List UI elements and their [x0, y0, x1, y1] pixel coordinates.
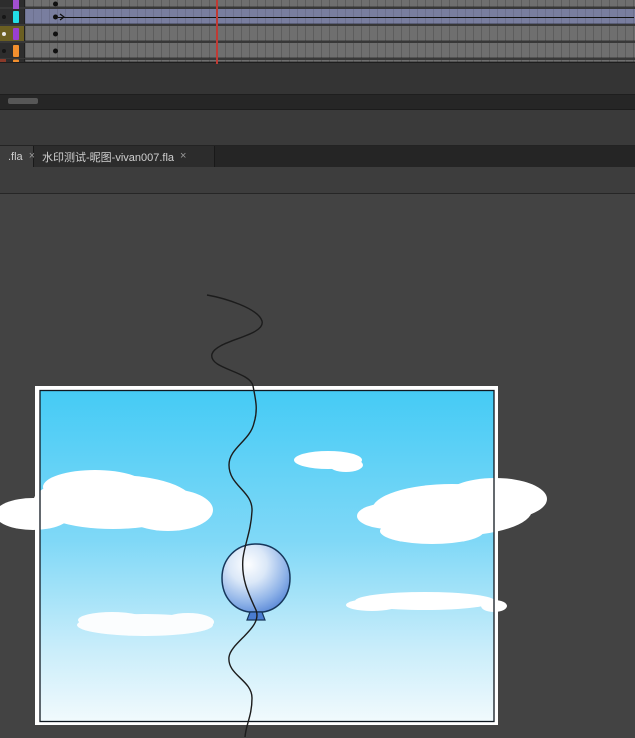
timeline-row[interactable]: [25, 43, 635, 58]
playhead[interactable]: [216, 0, 218, 64]
layer-header[interactable]: [0, 9, 25, 24]
timeline-status-bar: 24 24.00 fps 1.0s: [0, 62, 635, 95]
layer-header[interactable]: [0, 43, 25, 58]
close-tab-icon[interactable]: ×: [180, 151, 186, 162]
keyframe-dot: [53, 31, 58, 36]
timeline-row-tween[interactable]: [25, 9, 635, 24]
panel-scroll-strip[interactable]: [0, 95, 635, 110]
layer-header[interactable]: [0, 0, 25, 7]
document-tab-bar: .fla × 水印测试-昵图-vivan007.fla ×: [0, 146, 635, 167]
tools-toolbar: T: [0, 110, 635, 146]
timeline-frames-panel[interactable]: [0, 0, 635, 62]
layer-header-selected[interactable]: [0, 26, 25, 41]
tab-label: 水印测试-昵图-vivan007.fla: [42, 149, 174, 165]
timeline-row[interactable]: [25, 26, 635, 41]
keyframe-dot: [53, 48, 58, 53]
layer-color-swatch: [13, 11, 19, 23]
layer-visibility-dot: [2, 32, 6, 36]
flash-application-window: 24 24.00 fps 1.0s: [0, 0, 635, 738]
tween-span-line: [58, 17, 634, 18]
stage-scene[interactable]: [0, 194, 635, 738]
layer-outline-dot: [2, 15, 6, 19]
tab-label: .fla: [8, 151, 23, 163]
timeline-row[interactable]: [25, 0, 635, 7]
keyframe-dot: [53, 1, 58, 6]
cloud-bottom-left[interactable]: [77, 612, 214, 636]
layer-outline-dot: [2, 49, 6, 53]
scrollbar-thumb[interactable]: [8, 98, 38, 104]
tween-arrow-icon: [59, 13, 65, 21]
stage-pasteboard[interactable]: [0, 194, 635, 738]
layer-color-swatch: [13, 45, 19, 57]
layer-color-swatch: [13, 28, 19, 40]
edit-bar: [0, 167, 635, 194]
document-tab-active[interactable]: .fla ×: [0, 146, 34, 167]
document-tab[interactable]: 水印测试-昵图-vivan007.fla ×: [34, 146, 215, 167]
